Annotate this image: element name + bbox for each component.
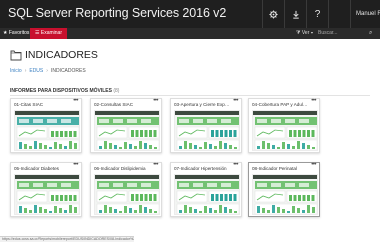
report-title[interactable]: 02-Consultas SIAC: [94, 102, 150, 107]
search-icon[interactable]: ⌕: [369, 28, 372, 39]
breadcrumb: Inicio › EDUS › INDICADORES: [10, 68, 86, 74]
report-thumbnail[interactable]: [94, 174, 160, 215]
breadcrumb-home[interactable]: Inicio: [10, 68, 22, 74]
report-title[interactable]: 07-Indicador Hipertensión: [174, 166, 230, 171]
report-card[interactable]: 02-Consultas SIAC •••: [90, 98, 162, 153]
report-title[interactable]: 01-Citas SIAC: [14, 102, 70, 107]
app-title[interactable]: SQL Server Reporting Services 2016 v2: [8, 6, 226, 20]
more-options-icon[interactable]: •••: [153, 162, 158, 168]
status-url: https://edus.ccss.sa.cr/Reports/mobilere…: [0, 236, 134, 242]
report-card[interactable]: 07-Indicador Hipertensión •••: [170, 162, 242, 217]
dashboard-preview-image: [95, 111, 159, 150]
top-bar: SQL Server Reporting Services 2016 v2 ? …: [0, 0, 380, 28]
report-thumbnail[interactable]: [252, 110, 318, 151]
dashboard-preview-image: [15, 175, 79, 214]
breadcrumb-current: INDICADORES: [50, 68, 86, 74]
report-thumbnail[interactable]: [94, 110, 160, 151]
dashboard-preview-image: [175, 111, 239, 150]
more-options-icon[interactable]: •••: [233, 98, 238, 104]
more-options-icon[interactable]: •••: [233, 162, 238, 168]
dashboard-preview-image: [15, 111, 79, 150]
gear-icon[interactable]: [262, 0, 284, 28]
dashboard-preview-image: [95, 175, 159, 214]
download-icon[interactable]: [284, 0, 306, 28]
report-card[interactable]: 06-Indicador Dislipidemia •••: [90, 162, 162, 217]
report-thumbnail[interactable]: [252, 174, 318, 215]
section-heading: INFORMES PARA DISPOSITIVOS MÓVILES (8): [10, 88, 119, 94]
report-thumbnail[interactable]: [174, 174, 240, 215]
section-count: (8): [113, 88, 120, 94]
more-options-icon[interactable]: •••: [153, 98, 158, 104]
dashboard-preview-image: [175, 175, 239, 214]
report-title[interactable]: 08-Indicador Perinatal: [252, 166, 308, 171]
help-icon[interactable]: ?: [306, 0, 328, 28]
favorites-button[interactable]: ★ Favoritos: [3, 29, 29, 38]
report-thumbnail[interactable]: [14, 174, 80, 215]
top-spacer: [328, 0, 350, 28]
breadcrumb-edus[interactable]: EDUS: [29, 68, 43, 74]
report-title[interactable]: 03-Apertura y Cierre Expedie...: [174, 102, 230, 107]
view-dropdown[interactable]: ⧩ Ver ▾: [296, 28, 313, 39]
report-card[interactable]: 08-Indicador Perinatal •••: [248, 162, 320, 217]
report-title[interactable]: 05-Indicador Diabetes: [14, 166, 70, 171]
explore-button[interactable]: ☰ Examinar: [30, 28, 67, 39]
report-title[interactable]: 04-Cobertura PAP y Adulto...: [252, 102, 308, 107]
folder-icon: [10, 50, 22, 61]
user-name[interactable]: Manuel Rodriguez Arce: [350, 0, 380, 28]
more-options-icon[interactable]: •••: [73, 98, 78, 104]
section-divider: [10, 95, 370, 96]
report-card[interactable]: 04-Cobertura PAP y Adulto... •••: [248, 98, 320, 153]
report-card[interactable]: 03-Apertura y Cierre Expedie...•••: [170, 98, 242, 153]
report-thumbnail[interactable]: [14, 110, 80, 151]
dashboard-preview-image: [253, 175, 317, 214]
dashboard-preview-image: [253, 111, 317, 150]
report-card[interactable]: 05-Indicador Diabetes •••: [10, 162, 82, 217]
report-thumbnail[interactable]: [174, 110, 240, 151]
report-title[interactable]: 06-Indicador Dislipidemia: [94, 166, 150, 171]
section-title: INFORMES PARA DISPOSITIVOS MÓVILES: [10, 88, 112, 94]
more-options-icon[interactable]: •••: [311, 162, 316, 168]
report-card[interactable]: 01-Citas SIAC •••: [10, 98, 82, 153]
page-title: INDICADORES: [25, 49, 98, 61]
sub-toolbar: ★ Favoritos ☰ Examinar ⧩ Ver ▾ ⌕: [0, 28, 380, 39]
more-options-icon[interactable]: •••: [73, 162, 78, 168]
more-options-icon[interactable]: •••: [311, 98, 316, 104]
